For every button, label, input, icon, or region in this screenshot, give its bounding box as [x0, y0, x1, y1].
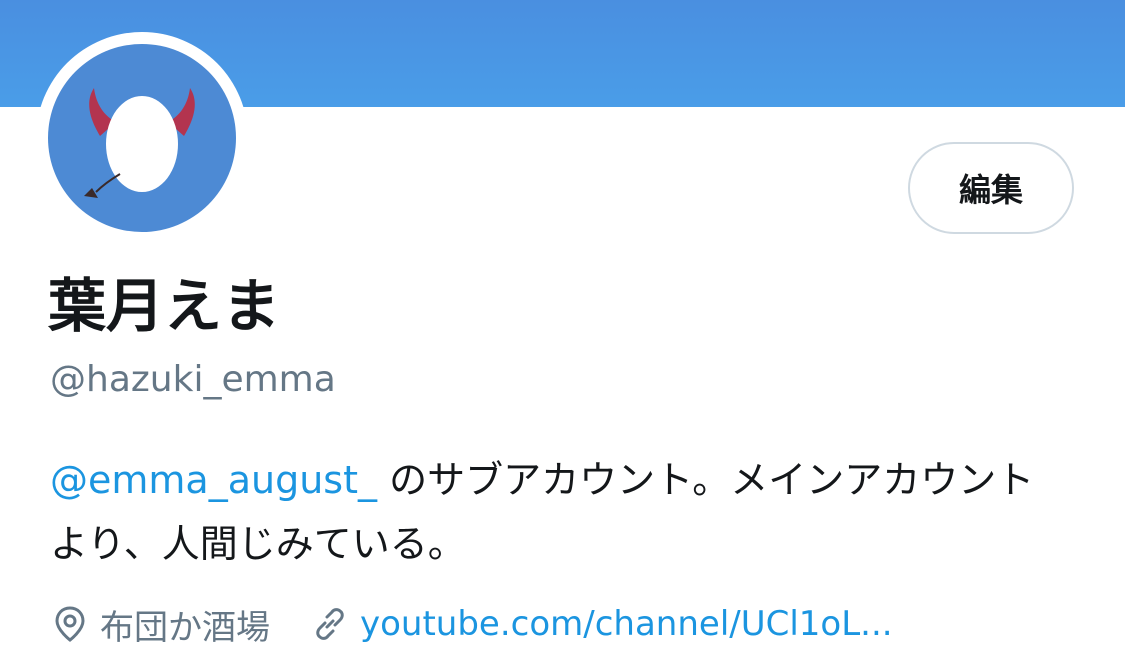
website-item[interactable]: youtube.com/channel/UCl1oL...	[310, 604, 893, 644]
egg-shape	[106, 96, 178, 192]
link-icon	[316, 608, 344, 640]
bio-mention-link[interactable]: @emma_august_	[50, 458, 377, 502]
edit-profile-button[interactable]: 編集	[908, 142, 1074, 234]
tail-line	[95, 173, 121, 193]
profile-meta: 布団か酒場 youtube.com/channel/UCl1oL...	[50, 596, 893, 652]
profile-bio: @emma_august_ のサブアカウント。メインアカウントより、人間じみてい…	[50, 448, 1070, 576]
location-pin-icon	[55, 606, 85, 642]
egg-avatar-icon	[84, 88, 195, 198]
display-name: 葉月えま	[48, 272, 281, 340]
website-link[interactable]: youtube.com/channel/UCl1oL...	[360, 604, 893, 644]
avatar[interactable]	[48, 44, 236, 232]
username-handle: @hazuki_emma	[50, 359, 336, 400]
location-item: 布団か酒場	[50, 600, 270, 649]
tail-tip-icon	[84, 188, 98, 198]
location-text: 布団か酒場	[100, 607, 270, 648]
